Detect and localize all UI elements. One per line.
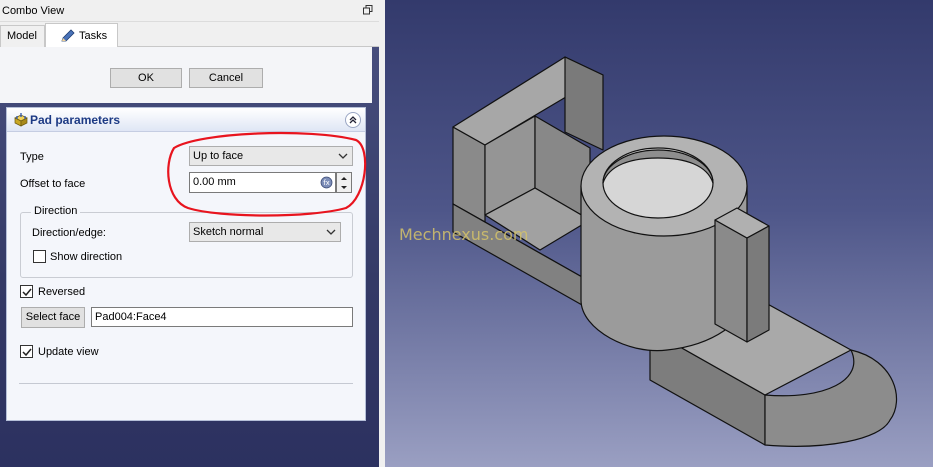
reversed-label: Reversed [38,286,86,298]
type-label: Type [20,151,44,163]
reversed-checkbox[interactable] [20,285,33,298]
pencil-icon [61,29,75,42]
show-direction-label: Show direction [50,251,123,263]
separator [19,383,353,384]
cancel-button[interactable]: Cancel [189,68,263,88]
update-view-checkbox[interactable] [20,345,33,358]
checkmark-icon [22,348,32,357]
checkmark-icon [22,288,32,297]
left-wall-side [564,56,604,151]
direction-edge-label: Direction/edge: [32,227,106,239]
tab-model-label: Model [7,30,37,42]
3d-viewer[interactable]: Mechnexus.com [385,0,933,467]
select-face-button[interactable]: Select face [21,307,85,328]
combo-tab-bar: Model Tasks [0,22,379,48]
direction-group-title: Direction [31,205,81,217]
task-buttons-box: OK Cancel [0,47,372,103]
highlight-annotation [167,131,367,217]
tab-tasks[interactable]: Tasks [45,23,118,48]
pad-icon [14,113,28,127]
chevrons-up-icon [349,116,357,124]
show-direction-checkbox[interactable] [33,250,46,263]
right-rib-side [746,225,770,343]
combo-view-titlebar: Combo View [0,0,379,22]
float-window-icon[interactable] [363,5,373,15]
watermark: Mechnexus.com [399,225,529,244]
combo-view-title: Combo View [2,5,65,17]
face-input[interactable]: Pad004:Face4 [91,307,353,327]
right-rib-front [714,219,748,343]
combo-view-panel: Combo View Model Tasks OK Cancel Pad par… [0,0,379,467]
task-area: OK Cancel Pad parameters Type Up to face… [0,47,379,467]
direction-edge-value: Sketch normal [193,226,264,238]
ok-button[interactable]: OK [110,68,182,88]
tab-tasks-label: Tasks [79,30,108,42]
tab-model[interactable]: Model [0,25,45,47]
chevron-down-icon [326,229,336,235]
collapse-panel-button[interactable] [345,112,361,128]
offset-label: Offset to face [20,178,86,190]
face-input-value: Pad004:Face4 [95,311,167,323]
direction-edge-select[interactable]: Sketch normal [189,222,341,242]
update-view-label: Update view [38,346,99,358]
pad-parameters-title: Pad parameters [30,113,121,127]
